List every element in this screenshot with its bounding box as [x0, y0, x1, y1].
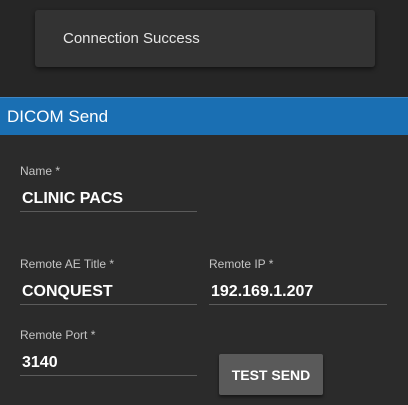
name-input[interactable]	[20, 186, 197, 212]
name-label: Name *	[20, 164, 61, 178]
remote-ae-title-label: Remote AE Title *	[20, 257, 115, 271]
dialog-title-bar: DICOM Send	[0, 97, 408, 135]
dialog-title: DICOM Send	[7, 107, 109, 126]
remote-ip-input[interactable]	[209, 279, 387, 305]
remote-ip-field: Remote IP *	[209, 257, 387, 307]
remote-port-label: Remote Port *	[20, 328, 96, 342]
name-field: Name *	[20, 164, 197, 214]
remote-port-input[interactable]	[20, 350, 197, 376]
remote-port-field: Remote Port *	[20, 328, 197, 378]
remote-ip-label: Remote IP *	[209, 257, 274, 271]
remote-ae-title-input[interactable]	[20, 279, 197, 305]
dicom-send-dialog: Connection Success DICOM Send Name * Rem…	[0, 0, 408, 405]
notification-area: Connection Success	[0, 0, 408, 97]
toast-message: Connection Success	[63, 30, 200, 47]
remote-ae-title-field: Remote AE Title *	[20, 257, 197, 307]
test-send-button[interactable]: TEST SEND	[219, 354, 323, 395]
success-toast: Connection Success	[35, 10, 375, 67]
